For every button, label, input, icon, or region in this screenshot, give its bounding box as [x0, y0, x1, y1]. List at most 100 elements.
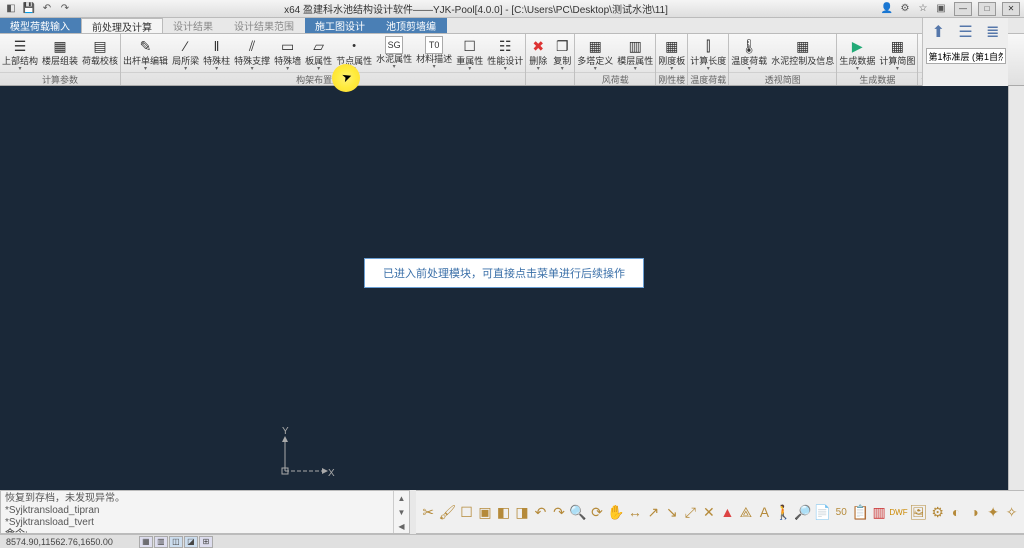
tool-scissors-icon[interactable]: ✂	[420, 502, 437, 522]
ribbon-btn-tower[interactable]: ▦多塔定义▾	[575, 34, 615, 72]
ribbon-btn-support[interactable]: ⫽特殊支撑▾	[232, 34, 272, 72]
cmd-scroll-down[interactable]: ▼	[394, 505, 409, 519]
tool-pan-icon[interactable]: ✋	[607, 502, 624, 522]
panel-up-icon[interactable]: ⬆	[932, 22, 945, 42]
ribbon-btn-wall[interactable]: ▭特殊墙▾	[272, 34, 303, 72]
tool-dwf-icon[interactable]: DWF	[889, 502, 907, 522]
tool-page-icon[interactable]: 📄	[814, 502, 831, 522]
ribbon-btn-beam[interactable]: ∕局所梁▾	[170, 34, 201, 72]
tool-50-icon[interactable]: 50	[833, 502, 850, 522]
ribbon-btn-node[interactable]: ・节点属性▾	[334, 34, 374, 72]
floor-selector[interactable]	[926, 48, 1006, 64]
ribbon-btn-upper[interactable]: ☰上部结构▾	[0, 34, 40, 72]
title-window-icon[interactable]: ▣	[934, 2, 948, 16]
tool-arrow2-icon[interactable]: ↘	[664, 502, 681, 522]
status-toggle[interactable]: ◪	[184, 536, 198, 548]
tool-cube2-icon[interactable]: ◧	[495, 502, 512, 522]
ribbon-btn-material[interactable]: T0材料描述▾	[414, 34, 454, 72]
tool-gear-icon[interactable]: ⚙	[929, 502, 946, 522]
tool-cube3-icon[interactable]: ◨	[514, 502, 531, 522]
tool-cross-icon[interactable]: ✕	[701, 502, 718, 522]
tool-forward-icon[interactable]: ↷	[551, 502, 568, 522]
tool-misc1-icon[interactable]: ◐	[948, 502, 965, 522]
tool-img-icon[interactable]: 🖼	[910, 502, 928, 522]
tool-misc4-icon[interactable]: ✧	[1003, 502, 1020, 522]
vertical-scrollbar[interactable]	[1008, 86, 1024, 490]
tool-move-icon[interactable]: ↔	[627, 502, 644, 522]
ribbon-btn-floor[interactable]: ▦楼层组装	[40, 34, 80, 72]
status-toggle[interactable]: ⊞	[199, 536, 213, 548]
title-star-icon[interactable]: ☆	[916, 2, 930, 16]
cmd-scroll-left[interactable]: ◀	[394, 519, 409, 533]
ribbon-btn-gendata[interactable]: ▶生成数据▾	[837, 34, 877, 72]
status-toggle[interactable]: ▥	[154, 536, 168, 548]
ribbon-btn-copy[interactable]: ❐复制▾	[550, 34, 574, 72]
brace-icon: ⫽	[242, 36, 262, 56]
tool-pdf-icon[interactable]: ▥	[871, 502, 888, 522]
title-tool-icon[interactable]: 👤	[880, 2, 894, 16]
ribbon-btn-perf[interactable]: ☷性能设计▾	[485, 34, 525, 72]
tool-search-icon[interactable]: 🔎	[794, 502, 811, 522]
tool-triangle-icon[interactable]: ▲	[719, 502, 736, 522]
title-settings-icon[interactable]: ⚙	[898, 2, 912, 16]
qat-undo-icon[interactable]: ↶	[40, 2, 54, 16]
tool-text-icon[interactable]: A	[756, 502, 773, 522]
window-title: x64 盈建科水池结构设计软件——YJK-Pool[4.0.0] - [C:\U…	[72, 1, 880, 16]
qat-redo-icon[interactable]: ↷	[58, 2, 72, 16]
canvas[interactable]: 已进入前处理模块，可直接点击菜单进行后续操作 Y X	[0, 86, 1008, 490]
title-bar: ◧ 💾 ↶ ↷ x64 盈建科水池结构设计软件——YJK-Pool[4.0.0]…	[0, 0, 1024, 18]
ribbon-btn-edit[interactable]: ✎出杆单编辑▾	[121, 34, 170, 72]
ribbon-btn-layerattr[interactable]: ▥模层属性▾	[615, 34, 655, 72]
ctrl-icon: ▦	[793, 36, 813, 56]
tool-clipboard-icon[interactable]: 📋	[851, 502, 868, 522]
box-icon: ☐	[460, 36, 480, 56]
tool-arrow-icon[interactable]: ↗	[645, 502, 662, 522]
tool-nav-icon[interactable]: ⟁	[738, 502, 755, 522]
ribbon-group-label: 生成数据	[837, 72, 917, 85]
tool-refresh-icon[interactable]: ⟳	[589, 502, 606, 522]
status-toggle[interactable]: ◫	[169, 536, 183, 548]
tool-walk-icon[interactable]: 🚶	[775, 502, 792, 522]
rigid-icon: ▦	[662, 36, 682, 56]
close-button[interactable]: ✕	[1002, 2, 1020, 16]
tower-icon: ▦	[585, 36, 605, 56]
ribbon-btn-calcfig[interactable]: ▦计算简图▾	[877, 34, 917, 72]
wall-icon: ▭	[278, 36, 298, 56]
tool-misc3-icon[interactable]: ✦	[985, 502, 1002, 522]
tab-design-range[interactable]: 设计结果范围	[224, 18, 305, 33]
cmd-prompt[interactable]: 命令:	[5, 529, 389, 533]
panel-stack-icon[interactable]: ≣	[986, 22, 999, 42]
ribbon-btn-sg[interactable]: SG水泥属性▾	[374, 34, 414, 72]
maximize-button[interactable]: □	[978, 2, 996, 16]
tool-cube-icon[interactable]: ▣	[477, 502, 494, 522]
ribbon-btn-delete[interactable]: ✖删除▾	[526, 34, 550, 72]
tab-wall-edit[interactable]: 池顶剪墙编	[376, 18, 447, 33]
bars-icon: ☷	[495, 36, 515, 56]
ribbon-btn-slab[interactable]: ▱板属性▾	[303, 34, 334, 72]
delete-icon: ✖	[528, 36, 548, 56]
tool-select-icon[interactable]: ☐	[458, 502, 475, 522]
ribbon-btn-calclen[interactable]: ⫿计算长度▾	[688, 34, 728, 72]
tab-preprocess[interactable]: 前处理及计算	[81, 18, 163, 33]
tab-model-input[interactable]: 模型荷载输入	[0, 18, 81, 33]
tool-zoom-icon[interactable]: 🔍	[569, 502, 586, 522]
ribbon-btn-rigid[interactable]: ▦刚度板▾	[656, 34, 687, 72]
minimize-button[interactable]: —	[954, 2, 972, 16]
ribbon-btn-column[interactable]: ‖特殊柱▾	[201, 34, 232, 72]
status-toggle[interactable]: ▦	[139, 536, 153, 548]
ribbon-btn-heavy[interactable]: ☐重属性▾	[454, 34, 485, 72]
ribbon-btn-ctrl[interactable]: ▦水泥控制及信息	[769, 34, 836, 72]
panel-layers-icon[interactable]: ☰	[958, 22, 972, 42]
ribbon-btn-temp[interactable]: 🌡温度荷载▾	[729, 34, 769, 72]
tool-diag-icon[interactable]: ⤢	[682, 502, 699, 522]
ribbon-btn-loadcheck[interactable]: ▤荷载校核	[80, 34, 120, 72]
ribbon: ☰上部结构▾ ▦楼层组装 ▤荷载校核 计算参数 ✎出杆单编辑▾ ∕局所梁▾ ‖特…	[0, 34, 1024, 86]
cmd-scroll-up[interactable]: ▲	[394, 491, 409, 505]
tool-misc2-icon[interactable]: ◑	[966, 502, 983, 522]
tab-design-result[interactable]: 设计结果	[163, 18, 224, 33]
beam-icon: ∕	[176, 36, 196, 56]
tool-back-icon[interactable]: ↶	[532, 502, 549, 522]
tab-construction[interactable]: 施工图设计	[305, 18, 376, 33]
tool-brush-icon[interactable]: 🖌	[439, 502, 457, 522]
qat-save-icon[interactable]: 💾	[22, 2, 36, 16]
